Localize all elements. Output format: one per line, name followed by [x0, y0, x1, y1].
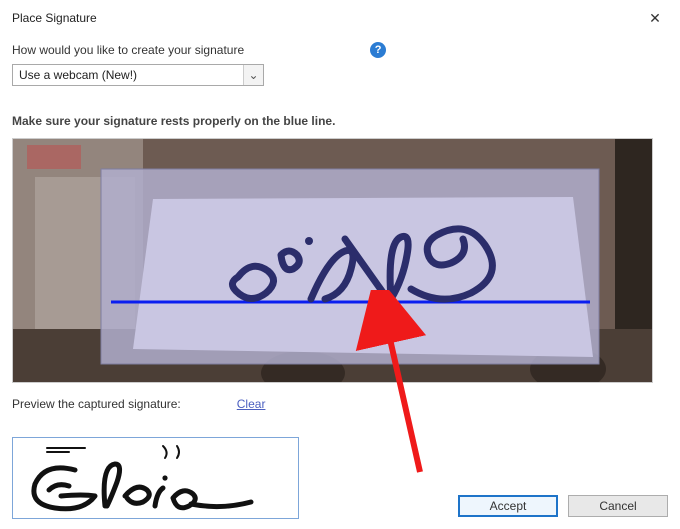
signature-preview-box: [12, 437, 299, 519]
preview-header-row: Preview the captured signature: Clear: [12, 397, 668, 411]
signature-preview-image: [13, 438, 299, 519]
webcam-capture-area: [12, 138, 653, 383]
method-prompt-row: How would you like to create your signat…: [12, 42, 668, 58]
close-button[interactable]: ✕: [642, 8, 668, 28]
accept-button[interactable]: Accept: [458, 495, 558, 517]
method-prompt-label: How would you like to create your signat…: [12, 43, 244, 57]
dialog-title: Place Signature: [12, 11, 97, 25]
place-signature-dialog: Place Signature ✕ How would you like to …: [0, 0, 680, 529]
preview-label: Preview the captured signature:: [12, 397, 181, 411]
close-icon: ✕: [649, 10, 661, 27]
webcam-preview-image: [13, 139, 653, 383]
cancel-button[interactable]: Cancel: [568, 495, 668, 517]
clear-link[interactable]: Clear: [237, 397, 266, 411]
cancel-button-label: Cancel: [599, 499, 636, 513]
dropdown-selected-value: Use a webcam (New!): [13, 68, 243, 82]
dialog-button-row: Accept Cancel: [458, 495, 668, 517]
bottom-row: Accept Cancel: [12, 437, 668, 519]
titlebar: Place Signature ✕: [12, 8, 668, 28]
instruction-text: Make sure your signature rests properly …: [12, 114, 668, 128]
help-icon[interactable]: ?: [370, 42, 386, 58]
signature-method-dropdown[interactable]: Use a webcam (New!) ⌄: [12, 64, 264, 86]
chevron-down-icon: ⌄: [243, 65, 263, 85]
accept-button-label: Accept: [490, 499, 527, 513]
